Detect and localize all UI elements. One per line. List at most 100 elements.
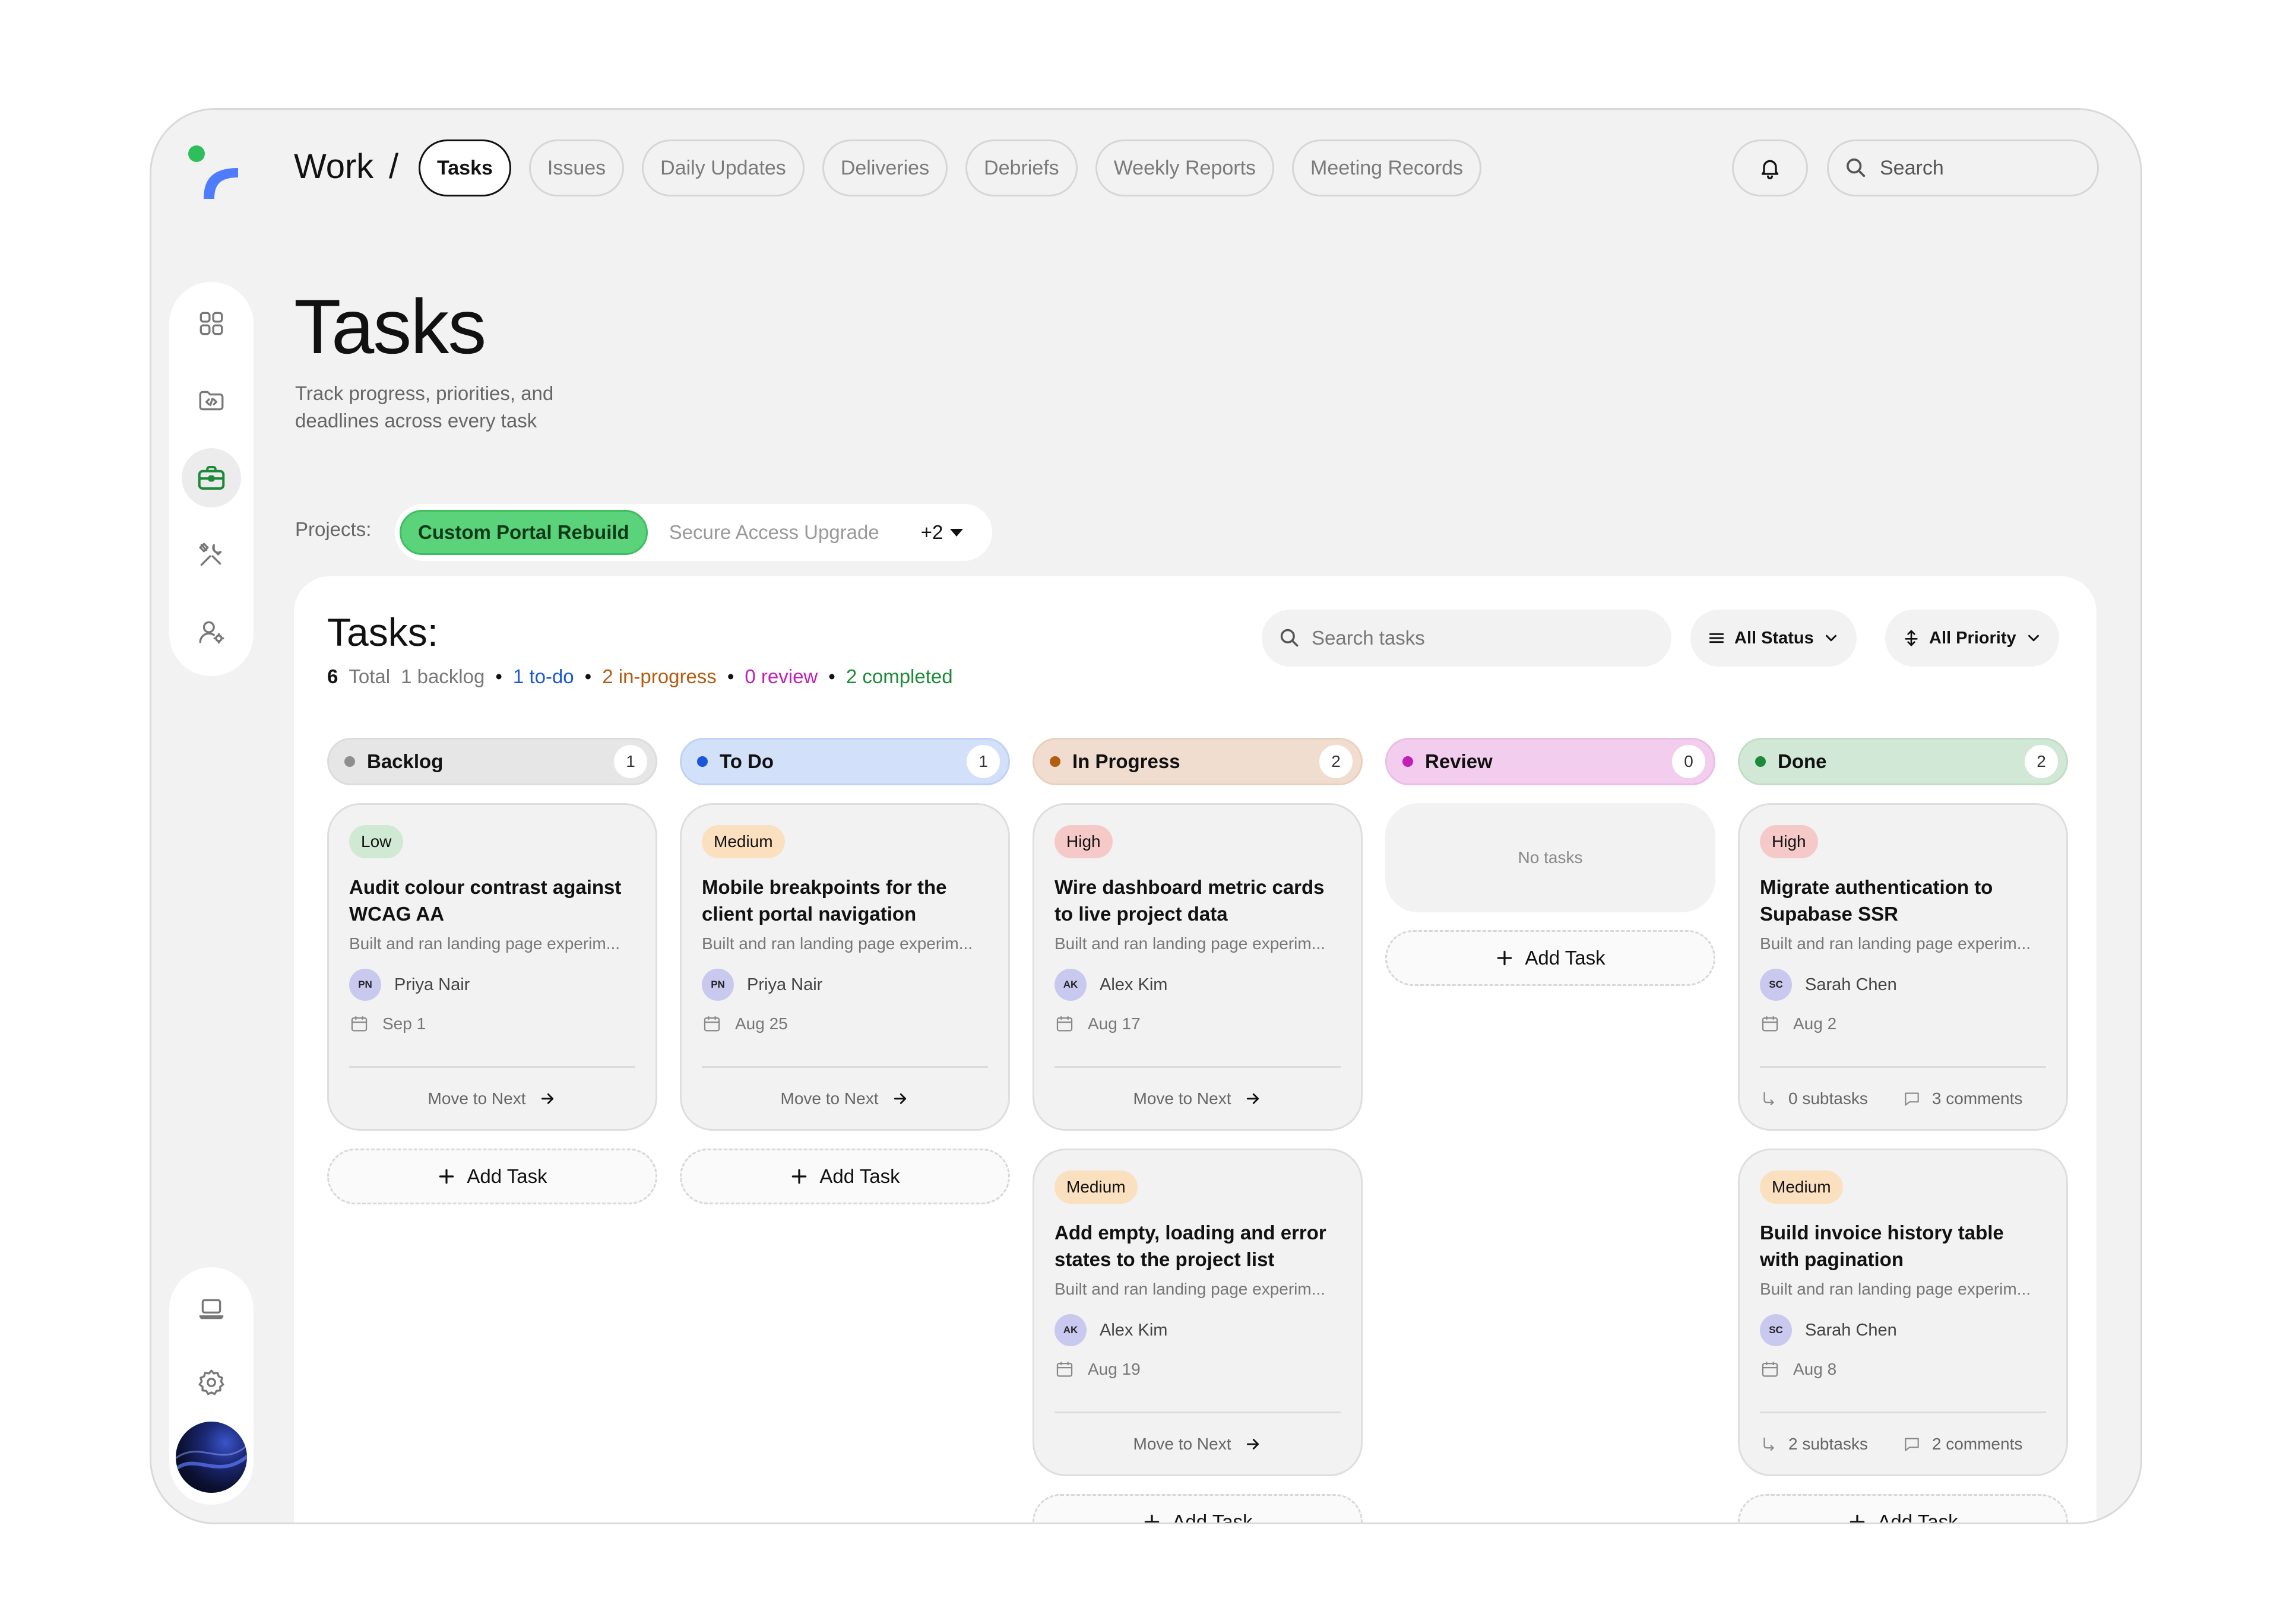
add-task-label: Add Task bbox=[1525, 947, 1606, 969]
task-meta: 2 subtasks 2 comments bbox=[1760, 1412, 2046, 1474]
bell-icon bbox=[1761, 160, 1779, 180]
move-to-next-button[interactable]: Move to Next bbox=[349, 1066, 635, 1129]
assignee-avatar: PN bbox=[349, 969, 381, 1001]
plus-icon bbox=[792, 1169, 807, 1184]
sidebar-secondary bbox=[169, 1267, 254, 1505]
page-subtitle: Track progress, priorities, and deadline… bbox=[295, 382, 554, 432]
task-card[interactable]: Medium Add empty, loading and error stat… bbox=[1033, 1149, 1363, 1476]
plus-icon bbox=[439, 1169, 454, 1184]
move-to-next-button[interactable]: Move to Next bbox=[1054, 1066, 1341, 1129]
tab-tasks[interactable]: Tasks bbox=[419, 139, 511, 196]
user-avatar[interactable] bbox=[176, 1422, 247, 1493]
task-card[interactable]: Medium Build invoice history table with … bbox=[1738, 1149, 2068, 1476]
comment-count[interactable]: 3 comments bbox=[1932, 1089, 2023, 1108]
move-to-next-label: Move to Next bbox=[1133, 1434, 1231, 1453]
stat-completed: 2 completed bbox=[846, 665, 953, 687]
app-window: Work / Tasks Issues Daily Updates Delive… bbox=[150, 108, 2142, 1524]
column-count: 1 bbox=[614, 745, 647, 778]
sidebar-item-settings[interactable] bbox=[182, 1353, 241, 1412]
global-search-input[interactable]: Search bbox=[1827, 139, 2099, 196]
project-selector: Custom Portal Rebuild Secure Access Upgr… bbox=[395, 504, 992, 561]
task-card[interactable]: High Migrate authentication to Supabase … bbox=[1738, 803, 2068, 1131]
breadcrumb-separator: / bbox=[389, 147, 399, 186]
assignee-avatar: AK bbox=[1054, 969, 1087, 1001]
arrow-right-icon bbox=[1247, 1093, 1259, 1104]
sidebar-item-devices[interactable] bbox=[182, 1279, 241, 1338]
add-task-button[interactable]: Add Task bbox=[1738, 1494, 2068, 1522]
tab-weekly-reports[interactable]: Weekly Reports bbox=[1095, 139, 1275, 196]
add-task-button[interactable]: Add Task bbox=[1385, 930, 1715, 986]
add-task-button[interactable]: Add Task bbox=[327, 1149, 657, 1204]
column-review: Review 0 No tasks Add Task bbox=[1385, 738, 1715, 986]
task-search-input[interactable]: Search tasks bbox=[1262, 610, 1671, 667]
subtask-count[interactable]: 0 subtasks bbox=[1788, 1089, 1868, 1108]
assignee-name: Sarah Chen bbox=[1805, 1320, 1897, 1340]
column-title: Backlog bbox=[367, 750, 444, 772]
move-to-next-button[interactable]: Move to Next bbox=[702, 1066, 988, 1129]
more-projects-count: +2 bbox=[920, 521, 943, 543]
task-description: Built and ran landing page experim... bbox=[1760, 934, 2031, 953]
due-date: Aug 2 bbox=[1793, 1014, 1837, 1033]
tab-meeting-records[interactable]: Meeting Records bbox=[1292, 139, 1482, 196]
sidebar-item-work[interactable] bbox=[182, 448, 241, 508]
status-filter-dropdown[interactable]: All Status bbox=[1690, 610, 1857, 667]
column-done: Done 2 High Migrate authentication to Su… bbox=[1738, 738, 2068, 1522]
project-chip[interactable]: Secure Access Upgrade bbox=[669, 521, 879, 544]
comment-icon bbox=[1905, 1438, 1919, 1451]
breadcrumb-section[interactable]: Work bbox=[294, 147, 373, 186]
top-tabs: Tasks Issues Daily Updates Deliveries De… bbox=[419, 139, 1482, 196]
column-count: 2 bbox=[2025, 745, 2058, 778]
chevron-down-icon bbox=[2028, 635, 2039, 642]
plus-icon bbox=[1497, 950, 1512, 966]
tab-issues[interactable]: Issues bbox=[528, 139, 625, 196]
column-count: 1 bbox=[967, 745, 1000, 778]
task-title: Add empty, loading and error states to t… bbox=[1054, 1222, 1326, 1270]
project-chip-active[interactable]: Custom Portal Rebuild bbox=[400, 510, 648, 555]
avatar-pattern bbox=[176, 1444, 247, 1471]
assignee-name: Alex Kim bbox=[1100, 1320, 1168, 1340]
task-title: Wire dashboard metric cards to live proj… bbox=[1054, 876, 1325, 925]
move-to-next-button[interactable]: Move to Next bbox=[1054, 1412, 1341, 1474]
add-task-button[interactable]: Add Task bbox=[680, 1149, 1010, 1204]
sidebar-item-code[interactable] bbox=[182, 371, 241, 430]
priority-filter-dropdown[interactable]: All Priority bbox=[1885, 610, 2059, 667]
task-title: Migrate authentication to Supabase SSR bbox=[1760, 876, 1993, 925]
task-card[interactable]: Low Audit colour contrast against WCAG A… bbox=[327, 803, 657, 1131]
sidebar-item-tools[interactable] bbox=[182, 525, 241, 585]
comment-count[interactable]: 2 comments bbox=[1932, 1435, 2023, 1454]
tools-icon bbox=[199, 543, 222, 566]
stat-in-progress: 2 in-progress bbox=[602, 665, 717, 687]
assignee-avatar: AK bbox=[1054, 1314, 1087, 1346]
subtask-count[interactable]: 2 subtasks bbox=[1788, 1435, 1868, 1454]
column-header-done: Done 2 bbox=[1738, 738, 2068, 785]
column-title: Review bbox=[1425, 750, 1493, 772]
sidebar-item-dashboard[interactable] bbox=[182, 294, 241, 353]
task-card[interactable]: Medium Mobile breakpoints for the client… bbox=[680, 803, 1010, 1131]
arrow-right-icon bbox=[542, 1093, 554, 1104]
search-icon bbox=[1280, 629, 1299, 647]
grid-icon bbox=[200, 312, 223, 335]
plus-icon bbox=[1850, 1514, 1865, 1522]
tab-debriefs[interactable]: Debriefs bbox=[965, 139, 1078, 196]
tab-daily-updates[interactable]: Daily Updates bbox=[642, 139, 805, 196]
column-backlog: Backlog 1 Low Audit colour contrast agai… bbox=[327, 738, 657, 1204]
stat-todo: 1 to-do bbox=[512, 665, 574, 687]
notifications-button[interactable] bbox=[1732, 139, 1808, 196]
status-filter-label: All Status bbox=[1734, 628, 1814, 648]
calendar-icon bbox=[1056, 1016, 1073, 1032]
add-task-button[interactable]: Add Task bbox=[1033, 1494, 1363, 1522]
subtask-icon bbox=[1763, 1437, 1774, 1451]
task-description: Built and ran landing page experim... bbox=[1054, 934, 1326, 953]
tab-deliveries[interactable]: Deliveries bbox=[822, 139, 948, 196]
laptop-icon bbox=[199, 1299, 224, 1320]
add-task-label: Add Task bbox=[467, 1165, 547, 1187]
more-projects-button[interactable]: +2 bbox=[921, 521, 965, 544]
add-task-label: Add Task bbox=[819, 1165, 900, 1187]
sidebar-item-users[interactable] bbox=[182, 602, 241, 662]
task-title: Mobile breakpoints for the client portal… bbox=[702, 876, 947, 925]
due-date: Sep 1 bbox=[382, 1014, 426, 1033]
column-header-todo: To Do 1 bbox=[680, 738, 1010, 785]
task-card[interactable]: High Wire dashboard metric cards to live… bbox=[1033, 803, 1363, 1131]
priority-badge: Low bbox=[349, 825, 404, 858]
move-to-next-label: Move to Next bbox=[428, 1089, 526, 1108]
